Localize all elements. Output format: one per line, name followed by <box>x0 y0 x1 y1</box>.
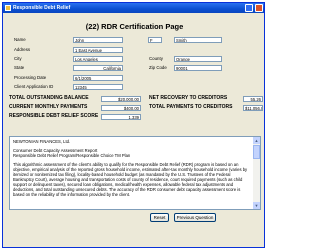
total-payments-field: $11,056.00 <box>243 105 263 111</box>
form-content: (22) RDR Certification Page Name John F … <box>6 15 263 246</box>
current-monthly-payments-label: CURRENT MONTHLY PAYMENTS <box>9 104 88 110</box>
net-recovery-label: NET RECOVERY TO CREDITORS <box>149 95 228 101</box>
report-body: This algorithmic assessment of the clien… <box>13 162 248 197</box>
previous-question-button[interactable]: Previous Question <box>174 213 216 222</box>
window-title: Responsible Debt Relief <box>13 5 71 11</box>
scroll-thumb[interactable] <box>253 145 260 159</box>
report-text-area[interactable]: NEWTONIAN FINANCES, Ltd. Consumer Debt C… <box>9 136 261 210</box>
app-icon <box>5 5 11 11</box>
responsible-debt-relief-score-field: 1.339 <box>101 114 141 120</box>
state-label: State <box>14 65 25 70</box>
vertical-scrollbar[interactable]: ▲ ▼ <box>253 137 260 209</box>
responsible-debt-relief-score-label: RESPONSIBLE DEBT RELIEF SCORE <box>9 113 99 119</box>
net-recovery-field: 55.26 <box>243 96 263 102</box>
page-title: (22) RDR Certification Page <box>85 22 184 31</box>
zip-code-label: Zip Code <box>149 65 167 70</box>
report-line-2: Responsible Debt Relief Program/Responsi… <box>13 153 131 158</box>
close-button[interactable] <box>255 4 263 12</box>
main-window: Responsible Debt Relief (22) RDR Certifi… <box>2 2 265 248</box>
first-name-field[interactable]: John <box>73 37 123 43</box>
city-field[interactable]: Los Angeles <box>73 56 123 62</box>
report-company: NEWTONIAN FINANCES, Ltd. <box>13 139 71 144</box>
reset-button[interactable]: Reset <box>150 213 169 222</box>
minimize-button[interactable] <box>245 4 253 12</box>
processing-date-field[interactable]: 6/1/2005 <box>73 75 123 81</box>
county-field[interactable]: Orange <box>174 56 222 62</box>
address-field[interactable]: 1 East Avenue <box>73 47 123 53</box>
state-field[interactable]: California <box>73 65 123 71</box>
address-label: Address <box>14 47 31 52</box>
scroll-up-arrow-icon[interactable]: ▲ <box>253 137 260 144</box>
scroll-down-arrow-icon[interactable]: ▼ <box>253 202 260 209</box>
title-bar: Responsible Debt Relief <box>3 3 264 13</box>
total-outstanding-balance-field: $20,000.00 <box>101 96 141 102</box>
total-outstanding-balance-label: TOTAL OUTSTANDING BALANCE <box>9 95 89 101</box>
last-name-field[interactable]: Smith <box>174 37 222 43</box>
middle-initial-field[interactable]: F <box>148 37 162 43</box>
processing-date-label: Processing Date <box>14 75 47 80</box>
name-label: Name <box>14 37 26 42</box>
total-payments-label: TOTAL PAYMENTS TO CREDITORS <box>149 104 233 110</box>
county-label: County <box>149 56 163 61</box>
client-app-id-label: Client Application ID <box>14 84 54 89</box>
client-app-id-field[interactable]: 12345 <box>73 84 123 90</box>
current-monthly-payments-field: $400.00 <box>101 105 141 111</box>
city-label: City <box>14 56 22 61</box>
zip-code-field[interactable]: 90001 <box>174 65 222 71</box>
